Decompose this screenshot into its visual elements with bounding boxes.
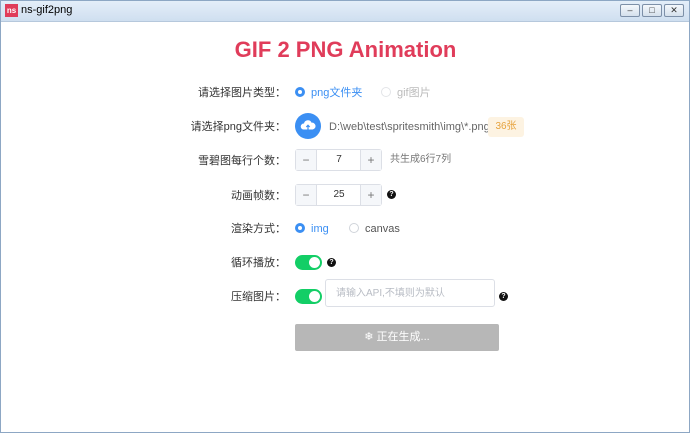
- frames-row: 动画帧数： − 25 + ?: [5, 184, 686, 208]
- compress-toggle[interactable]: [295, 289, 322, 304]
- radio-img[interactable]: [295, 223, 305, 233]
- grid-size-hint: 共生成6行7列: [390, 154, 452, 165]
- generate-button[interactable]: ❄ 正在生成...: [295, 324, 499, 351]
- compress-row: 压缩图片： ?: [5, 279, 686, 309]
- app-window: ns ns-gif2png – □ ✕ GIF 2 PNG Animation …: [0, 0, 690, 433]
- image-type-row: 请选择图片类型： png文件夹 gif图片: [5, 81, 686, 105]
- loop-row: 循环播放： ?: [5, 251, 686, 275]
- loop-label: 循环播放：: [231, 257, 286, 269]
- folder-row: 请选择png文件夹： D:\web\test\spritesmith\img\*…: [5, 113, 686, 139]
- file-count-badge: 36张: [488, 117, 524, 137]
- radio-png-folder-label[interactable]: png文件夹: [311, 81, 362, 105]
- radio-img-label[interactable]: img: [311, 217, 329, 241]
- frames-increment-button[interactable]: +: [360, 185, 381, 205]
- frames-value[interactable]: 25: [317, 185, 361, 205]
- frames-stepper: − 25 +: [295, 184, 382, 206]
- main-content: GIF 2 PNG Animation 请选择图片类型： png文件夹 gif图…: [5, 22, 686, 428]
- loop-help-icon[interactable]: ?: [327, 258, 336, 267]
- upload-cloud-button[interactable]: [295, 113, 321, 139]
- per-row-increment-button[interactable]: +: [360, 150, 381, 170]
- loading-icon: ❄: [364, 331, 374, 343]
- per-row-row: 雪碧图每行个数： − 7 + 共生成6行7列: [5, 149, 686, 173]
- loop-toggle[interactable]: [295, 255, 322, 270]
- folder-label: 请选择png文件夹：: [190, 121, 286, 133]
- radio-canvas[interactable]: [349, 223, 359, 233]
- cloud-upload-icon: [300, 120, 316, 130]
- frames-help-icon[interactable]: ?: [387, 190, 396, 199]
- image-type-label: 请选择图片类型：: [198, 87, 286, 99]
- radio-gif-image[interactable]: [381, 87, 391, 97]
- per-row-label: 雪碧图每行个数：: [198, 155, 286, 167]
- compress-label: 压缩图片：: [231, 291, 286, 303]
- radio-gif-image-label[interactable]: gif图片: [397, 81, 431, 105]
- compress-help-icon[interactable]: ?: [499, 292, 508, 301]
- close-button[interactable]: ✕: [664, 4, 684, 17]
- minimize-button[interactable]: –: [620, 4, 640, 17]
- frames-label: 动画帧数：: [231, 190, 286, 202]
- per-row-decrement-button[interactable]: −: [296, 150, 317, 170]
- folder-path-text: D:\web\test\spritesmith\img\*.png: [329, 121, 490, 133]
- radio-canvas-label[interactable]: canvas: [365, 217, 400, 241]
- per-row-value[interactable]: 7: [317, 150, 361, 170]
- render-row: 渲染方式： img canvas: [5, 217, 686, 241]
- compress-toggle-knob: [309, 291, 320, 302]
- maximize-button[interactable]: □: [642, 4, 662, 17]
- app-icon: ns: [5, 4, 18, 17]
- frames-decrement-button[interactable]: −: [296, 185, 317, 205]
- title-bar: ns ns-gif2png – □ ✕: [1, 1, 689, 22]
- window-title: ns-gif2png: [21, 4, 73, 16]
- per-row-stepper: − 7 +: [295, 149, 382, 171]
- generate-button-label: 正在生成...: [376, 331, 430, 343]
- api-key-input[interactable]: [325, 279, 495, 307]
- loop-toggle-knob: [309, 257, 320, 268]
- page-title: GIF 2 PNG Animation: [234, 37, 457, 62]
- render-label: 渲染方式：: [231, 223, 286, 235]
- radio-png-folder[interactable]: [295, 87, 305, 97]
